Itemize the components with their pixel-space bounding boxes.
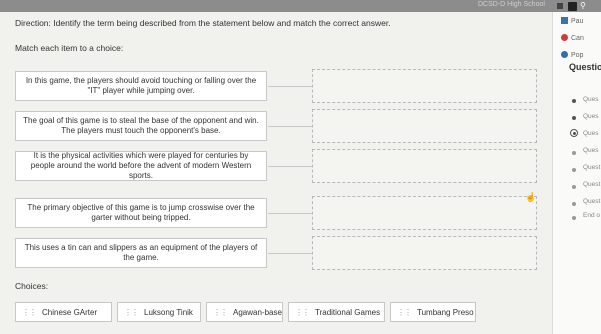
drag-handle-icon[interactable]: ⋮⋮ bbox=[213, 308, 228, 317]
questions-panel-title: Questio bbox=[569, 62, 601, 72]
pop-out-button[interactable]: Pop bbox=[561, 51, 583, 59]
end-of-quiz-item[interactable]: End o bbox=[583, 212, 600, 219]
question-nav-item[interactable]: Ques bbox=[583, 96, 599, 103]
quiz-side-panel: Pau Can Pop Questio Ques Ques Ques Ques … bbox=[552, 12, 601, 334]
choices-label: Choices: bbox=[15, 281, 49, 291]
question-status-dot bbox=[572, 151, 576, 155]
battery-icon bbox=[557, 3, 563, 9]
pop-label: Pop bbox=[571, 52, 584, 59]
cancel-label: Can bbox=[571, 35, 584, 42]
answer-dropzone-3[interactable] bbox=[312, 149, 537, 183]
window-title: DCSD-D High School bbox=[478, 1, 545, 8]
connector-line bbox=[268, 126, 312, 127]
match-instruction: Match each item to a choice: bbox=[15, 43, 124, 53]
question-status-dot bbox=[572, 116, 576, 120]
help-icon[interactable] bbox=[568, 2, 577, 11]
direction-text: Direction: Identify the term being descr… bbox=[15, 18, 391, 28]
connector-line bbox=[268, 253, 312, 254]
question-status-dot bbox=[572, 99, 576, 103]
connector-line bbox=[268, 213, 312, 214]
question-nav-item[interactable]: Quest bbox=[583, 181, 600, 188]
question-nav-item[interactable]: Ques bbox=[583, 130, 599, 137]
choice-label: Luksong Tinik bbox=[144, 307, 193, 317]
statement-5: This uses a tin can and slippers as an e… bbox=[15, 238, 267, 268]
drag-handle-icon[interactable]: ⋮⋮ bbox=[397, 308, 412, 317]
connector-line bbox=[268, 166, 312, 167]
answer-dropzone-1[interactable] bbox=[312, 69, 537, 103]
cancel-button[interactable]: Can bbox=[561, 34, 584, 42]
drag-handle-icon[interactable]: ⋮⋮ bbox=[295, 308, 310, 317]
search-icon[interactable]: ⚲ bbox=[580, 1, 586, 10]
pause-icon bbox=[561, 17, 568, 24]
choice-chip[interactable]: ⋮⋮ Luksong Tinik bbox=[117, 302, 201, 322]
choice-label: Traditional Games bbox=[315, 307, 381, 317]
question-nav-item[interactable]: Quest bbox=[583, 164, 600, 171]
info-icon bbox=[561, 51, 568, 58]
question-status-dot bbox=[572, 202, 576, 206]
system-top-bar: DCSD-D High School ⚲ bbox=[0, 0, 601, 12]
statement-4: The primary objective of this game is to… bbox=[15, 198, 267, 228]
question-status-dot bbox=[572, 168, 576, 172]
statement-3: It is the physical activities which were… bbox=[15, 151, 267, 181]
answer-dropzone-5[interactable] bbox=[312, 236, 537, 270]
answer-dropzone-2[interactable] bbox=[312, 109, 537, 143]
choice-chip[interactable]: ⋮⋮ Agawan-base bbox=[206, 302, 283, 322]
question-status-dot bbox=[572, 216, 576, 220]
question-nav-item[interactable]: Ques bbox=[583, 113, 599, 120]
pause-label: Pau bbox=[571, 18, 584, 25]
question-status-dot bbox=[572, 185, 576, 189]
choice-chip[interactable]: ⋮⋮ Traditional Games bbox=[288, 302, 385, 322]
current-question-icon bbox=[570, 129, 578, 137]
choice-label: Tumbang Preso bbox=[417, 307, 474, 317]
answer-dropzone-4[interactable] bbox=[312, 196, 537, 230]
question-nav-item[interactable]: Quest bbox=[583, 198, 600, 205]
choice-label: Chinese GArter bbox=[42, 307, 98, 317]
mouse-cursor-icon: ☝ bbox=[525, 192, 537, 202]
question-nav-item[interactable]: Ques bbox=[583, 147, 599, 154]
statement-1: In this game, the players should avoid t… bbox=[15, 71, 267, 101]
cancel-icon bbox=[561, 34, 568, 41]
choice-chip[interactable]: ⋮⋮ Tumbang Preso bbox=[390, 302, 476, 322]
drag-handle-icon[interactable]: ⋮⋮ bbox=[22, 308, 37, 317]
drag-handle-icon[interactable]: ⋮⋮ bbox=[124, 308, 139, 317]
pause-button[interactable]: Pau bbox=[561, 17, 583, 25]
connector-line bbox=[268, 86, 312, 87]
statement-2: The goal of this game is to steal the ba… bbox=[15, 111, 267, 141]
choice-chip[interactable]: ⋮⋮ Chinese GArter bbox=[15, 302, 112, 322]
choice-label: Agawan-base bbox=[233, 307, 282, 317]
